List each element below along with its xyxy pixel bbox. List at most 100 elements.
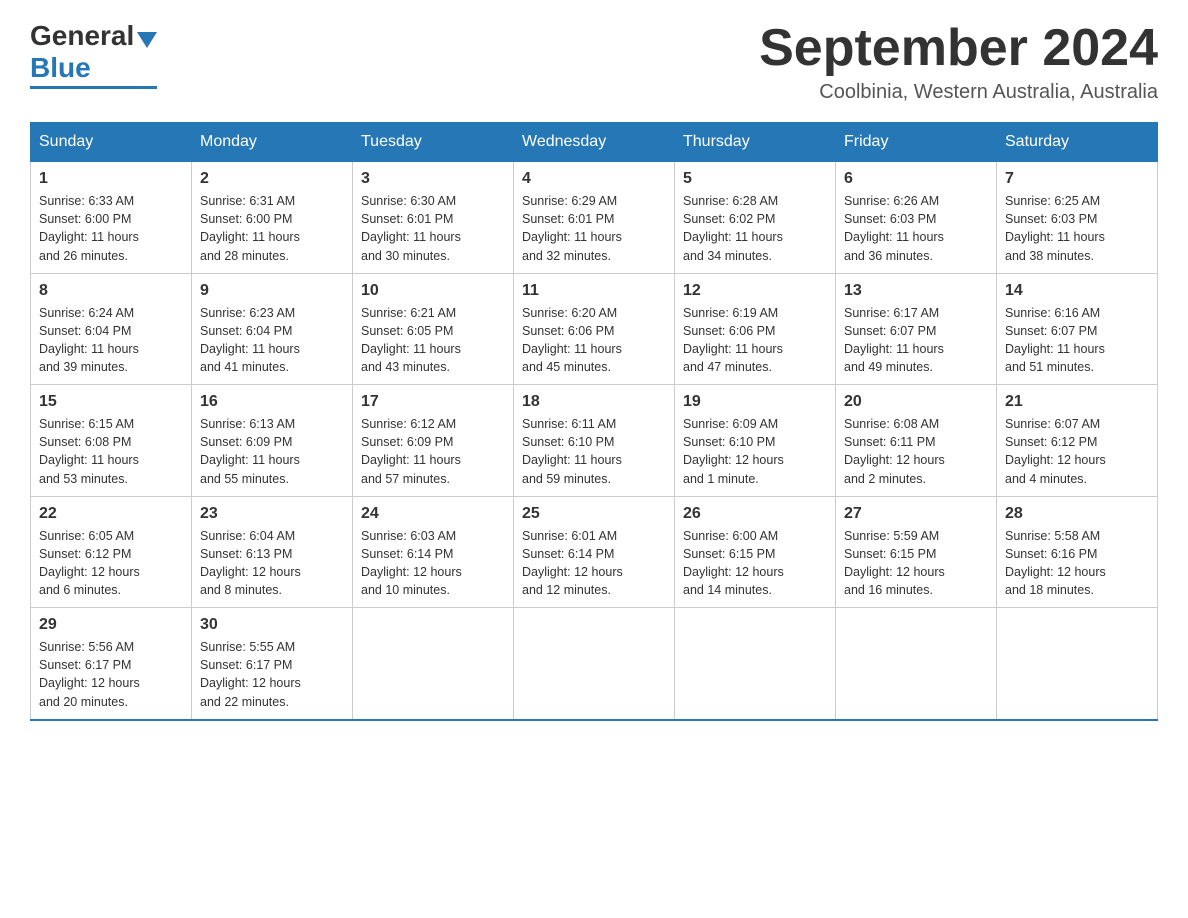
- day-number: 25: [522, 505, 666, 523]
- calendar-table: Sunday Monday Tuesday Wednesday Thursday…: [30, 122, 1158, 721]
- col-thursday: Thursday: [675, 123, 836, 162]
- table-row: 22 Sunrise: 6:05 AMSunset: 6:12 PMDaylig…: [31, 496, 192, 608]
- day-info: Sunrise: 6:23 AMSunset: 6:04 PMDaylight:…: [200, 306, 300, 374]
- calendar-week-row: 8 Sunrise: 6:24 AMSunset: 6:04 PMDayligh…: [31, 273, 1158, 385]
- table-row: 19 Sunrise: 6:09 AMSunset: 6:10 PMDaylig…: [675, 385, 836, 497]
- day-number: 8: [39, 282, 183, 300]
- table-row: 30 Sunrise: 5:55 AMSunset: 6:17 PMDaylig…: [192, 608, 353, 720]
- day-number: 11: [522, 282, 666, 300]
- col-tuesday: Tuesday: [353, 123, 514, 162]
- table-row: 2 Sunrise: 6:31 AMSunset: 6:00 PMDayligh…: [192, 162, 353, 274]
- table-row: 5 Sunrise: 6:28 AMSunset: 6:02 PMDayligh…: [675, 162, 836, 274]
- day-info: Sunrise: 6:28 AMSunset: 6:02 PMDaylight:…: [683, 194, 783, 262]
- table-row: 4 Sunrise: 6:29 AMSunset: 6:01 PMDayligh…: [514, 162, 675, 274]
- day-info: Sunrise: 6:00 AMSunset: 6:15 PMDaylight:…: [683, 529, 784, 597]
- day-number: 12: [683, 282, 827, 300]
- table-row: 17 Sunrise: 6:12 AMSunset: 6:09 PMDaylig…: [353, 385, 514, 497]
- table-row: 3 Sunrise: 6:30 AMSunset: 6:01 PMDayligh…: [353, 162, 514, 274]
- day-info: Sunrise: 6:24 AMSunset: 6:04 PMDaylight:…: [39, 306, 139, 374]
- table-row: [514, 608, 675, 720]
- day-info: Sunrise: 6:26 AMSunset: 6:03 PMDaylight:…: [844, 194, 944, 262]
- table-row: 1 Sunrise: 6:33 AMSunset: 6:00 PMDayligh…: [31, 162, 192, 274]
- day-number: 19: [683, 393, 827, 411]
- logo: General Blue: [30, 20, 157, 89]
- day-number: 10: [361, 282, 505, 300]
- day-number: 9: [200, 282, 344, 300]
- day-info: Sunrise: 5:56 AMSunset: 6:17 PMDaylight:…: [39, 640, 140, 708]
- table-row: 20 Sunrise: 6:08 AMSunset: 6:11 PMDaylig…: [836, 385, 997, 497]
- logo-line: General: [30, 20, 157, 52]
- day-info: Sunrise: 6:04 AMSunset: 6:13 PMDaylight:…: [200, 529, 301, 597]
- table-row: 18 Sunrise: 6:11 AMSunset: 6:10 PMDaylig…: [514, 385, 675, 497]
- col-monday: Monday: [192, 123, 353, 162]
- logo-blue-text: Blue: [30, 52, 91, 84]
- day-number: 30: [200, 616, 344, 634]
- day-info: Sunrise: 6:13 AMSunset: 6:09 PMDaylight:…: [200, 417, 300, 485]
- day-info: Sunrise: 6:25 AMSunset: 6:03 PMDaylight:…: [1005, 194, 1105, 262]
- day-info: Sunrise: 6:12 AMSunset: 6:09 PMDaylight:…: [361, 417, 461, 485]
- day-number: 6: [844, 170, 988, 188]
- day-info: Sunrise: 6:33 AMSunset: 6:00 PMDaylight:…: [39, 194, 139, 262]
- day-number: 4: [522, 170, 666, 188]
- page-header: General Blue September 2024 Coolbinia, W…: [30, 20, 1158, 104]
- table-row: 24 Sunrise: 6:03 AMSunset: 6:14 PMDaylig…: [353, 496, 514, 608]
- col-friday: Friday: [836, 123, 997, 162]
- day-number: 29: [39, 616, 183, 634]
- table-row: 7 Sunrise: 6:25 AMSunset: 6:03 PMDayligh…: [997, 162, 1158, 274]
- table-row: 14 Sunrise: 6:16 AMSunset: 6:07 PMDaylig…: [997, 273, 1158, 385]
- table-row: 12 Sunrise: 6:19 AMSunset: 6:06 PMDaylig…: [675, 273, 836, 385]
- table-row: 13 Sunrise: 6:17 AMSunset: 6:07 PMDaylig…: [836, 273, 997, 385]
- table-row: [353, 608, 514, 720]
- day-info: Sunrise: 6:05 AMSunset: 6:12 PMDaylight:…: [39, 529, 140, 597]
- logo-triangle-icon: [137, 32, 157, 48]
- day-number: 26: [683, 505, 827, 523]
- day-number: 27: [844, 505, 988, 523]
- day-info: Sunrise: 6:15 AMSunset: 6:08 PMDaylight:…: [39, 417, 139, 485]
- table-row: 15 Sunrise: 6:15 AMSunset: 6:08 PMDaylig…: [31, 385, 192, 497]
- day-info: Sunrise: 6:29 AMSunset: 6:01 PMDaylight:…: [522, 194, 622, 262]
- day-number: 21: [1005, 393, 1149, 411]
- day-info: Sunrise: 6:16 AMSunset: 6:07 PMDaylight:…: [1005, 306, 1105, 374]
- day-info: Sunrise: 6:01 AMSunset: 6:14 PMDaylight:…: [522, 529, 623, 597]
- table-row: 26 Sunrise: 6:00 AMSunset: 6:15 PMDaylig…: [675, 496, 836, 608]
- day-number: 18: [522, 393, 666, 411]
- day-number: 16: [200, 393, 344, 411]
- table-row: [997, 608, 1158, 720]
- col-sunday: Sunday: [31, 123, 192, 162]
- day-info: Sunrise: 6:21 AMSunset: 6:05 PMDaylight:…: [361, 306, 461, 374]
- day-info: Sunrise: 6:20 AMSunset: 6:06 PMDaylight:…: [522, 306, 622, 374]
- calendar-week-row: 22 Sunrise: 6:05 AMSunset: 6:12 PMDaylig…: [31, 496, 1158, 608]
- day-number: 3: [361, 170, 505, 188]
- calendar-week-row: 1 Sunrise: 6:33 AMSunset: 6:00 PMDayligh…: [31, 162, 1158, 274]
- day-number: 28: [1005, 505, 1149, 523]
- calendar-header-row: Sunday Monday Tuesday Wednesday Thursday…: [31, 123, 1158, 162]
- table-row: [836, 608, 997, 720]
- col-wednesday: Wednesday: [514, 123, 675, 162]
- logo-general-text: General: [30, 20, 134, 52]
- day-number: 15: [39, 393, 183, 411]
- title-area: September 2024 Coolbinia, Western Austra…: [759, 20, 1158, 104]
- table-row: 9 Sunrise: 6:23 AMSunset: 6:04 PMDayligh…: [192, 273, 353, 385]
- day-number: 13: [844, 282, 988, 300]
- day-info: Sunrise: 6:08 AMSunset: 6:11 PMDaylight:…: [844, 417, 945, 485]
- calendar-week-row: 29 Sunrise: 5:56 AMSunset: 6:17 PMDaylig…: [31, 608, 1158, 720]
- day-info: Sunrise: 5:58 AMSunset: 6:16 PMDaylight:…: [1005, 529, 1106, 597]
- day-number: 1: [39, 170, 183, 188]
- day-info: Sunrise: 6:09 AMSunset: 6:10 PMDaylight:…: [683, 417, 784, 485]
- day-info: Sunrise: 6:07 AMSunset: 6:12 PMDaylight:…: [1005, 417, 1106, 485]
- day-number: 22: [39, 505, 183, 523]
- table-row: 23 Sunrise: 6:04 AMSunset: 6:13 PMDaylig…: [192, 496, 353, 608]
- day-number: 17: [361, 393, 505, 411]
- table-row: 6 Sunrise: 6:26 AMSunset: 6:03 PMDayligh…: [836, 162, 997, 274]
- day-info: Sunrise: 6:11 AMSunset: 6:10 PMDaylight:…: [522, 417, 622, 485]
- day-info: Sunrise: 5:55 AMSunset: 6:17 PMDaylight:…: [200, 640, 301, 708]
- calendar-week-row: 15 Sunrise: 6:15 AMSunset: 6:08 PMDaylig…: [31, 385, 1158, 497]
- table-row: 10 Sunrise: 6:21 AMSunset: 6:05 PMDaylig…: [353, 273, 514, 385]
- table-row: 11 Sunrise: 6:20 AMSunset: 6:06 PMDaylig…: [514, 273, 675, 385]
- day-info: Sunrise: 6:03 AMSunset: 6:14 PMDaylight:…: [361, 529, 462, 597]
- logo-blue-line: Blue: [30, 52, 91, 84]
- table-row: 25 Sunrise: 6:01 AMSunset: 6:14 PMDaylig…: [514, 496, 675, 608]
- day-info: Sunrise: 6:17 AMSunset: 6:07 PMDaylight:…: [844, 306, 944, 374]
- logo-underline: [30, 86, 157, 89]
- day-info: Sunrise: 6:30 AMSunset: 6:01 PMDaylight:…: [361, 194, 461, 262]
